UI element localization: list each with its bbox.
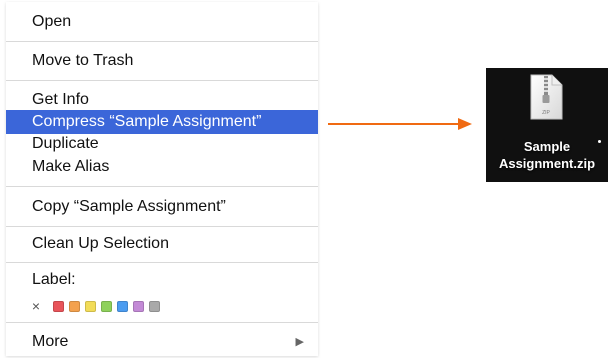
menu-item-more[interactable]: More ▶ [6, 330, 318, 354]
menu-item-label: Compress “Sample Assignment” [32, 113, 262, 130]
label-color-orange[interactable] [69, 300, 80, 312]
menu-item-compress[interactable]: Compress “Sample Assignment” [6, 110, 318, 134]
menu-item-duplicate[interactable]: Duplicate [6, 132, 318, 156]
menu-separator [6, 226, 318, 227]
menu-item-open[interactable]: Open [6, 10, 318, 34]
menu-item-label: Get Info [32, 91, 89, 108]
label-color-row: × [30, 296, 160, 316]
menu-separator [6, 186, 318, 187]
desktop-dot [598, 140, 601, 143]
orange-arrow-head-icon [458, 118, 472, 130]
menu-separator [6, 80, 318, 81]
label-color-purple[interactable] [133, 300, 144, 312]
menu-separator [6, 41, 318, 42]
menu-item-label: Copy “Sample Assignment” [32, 198, 226, 215]
file-name: Sample Assignment.zip [486, 138, 608, 172]
label-color-gray[interactable] [149, 300, 160, 312]
label-color-blue[interactable] [117, 300, 128, 312]
menu-item-get-info[interactable]: Get Info [6, 88, 318, 112]
file-name-line-2: Assignment.zip [498, 156, 596, 171]
context-menu: Open Move to Trash Get Info Compress “Sa… [6, 2, 318, 356]
submenu-arrow-icon: ▶ [295, 336, 304, 348]
menu-item-copy[interactable]: Copy “Sample Assignment” [6, 195, 318, 219]
menu-separator [6, 262, 318, 263]
zip-badge-text: ZIP [542, 110, 550, 116]
screen: Open Move to Trash Get Info Compress “Sa… [0, 0, 609, 358]
label-clear-icon[interactable]: × [30, 298, 42, 314]
menu-separator [6, 322, 318, 323]
menu-item-label: Open [32, 13, 72, 30]
menu-item-make-alias[interactable]: Make Alias [6, 155, 318, 179]
label-color-green[interactable] [101, 300, 112, 312]
zip-file-item[interactable]: ZIP Sample Assignment.zip [486, 68, 608, 182]
file-name-line-1: Sample [523, 139, 571, 154]
zip-file-icon: ZIP [530, 74, 563, 120]
menu-item-label-heading: Label: [6, 268, 318, 292]
label-color-yellow[interactable] [85, 300, 96, 312]
menu-item-move-to-trash[interactable]: Move to Trash [6, 49, 318, 73]
menu-item-clean-up-selection[interactable]: Clean Up Selection [6, 232, 318, 256]
menu-item-label: Duplicate [32, 135, 99, 152]
menu-item-label: Label: [32, 271, 76, 288]
menu-item-label: Move to Trash [32, 52, 134, 69]
label-color-red[interactable] [53, 300, 64, 312]
menu-item-label: Clean Up Selection [32, 235, 169, 252]
orange-arrow-shaft [328, 123, 460, 125]
menu-item-label: More [32, 333, 69, 350]
menu-item-label: Make Alias [32, 158, 110, 175]
